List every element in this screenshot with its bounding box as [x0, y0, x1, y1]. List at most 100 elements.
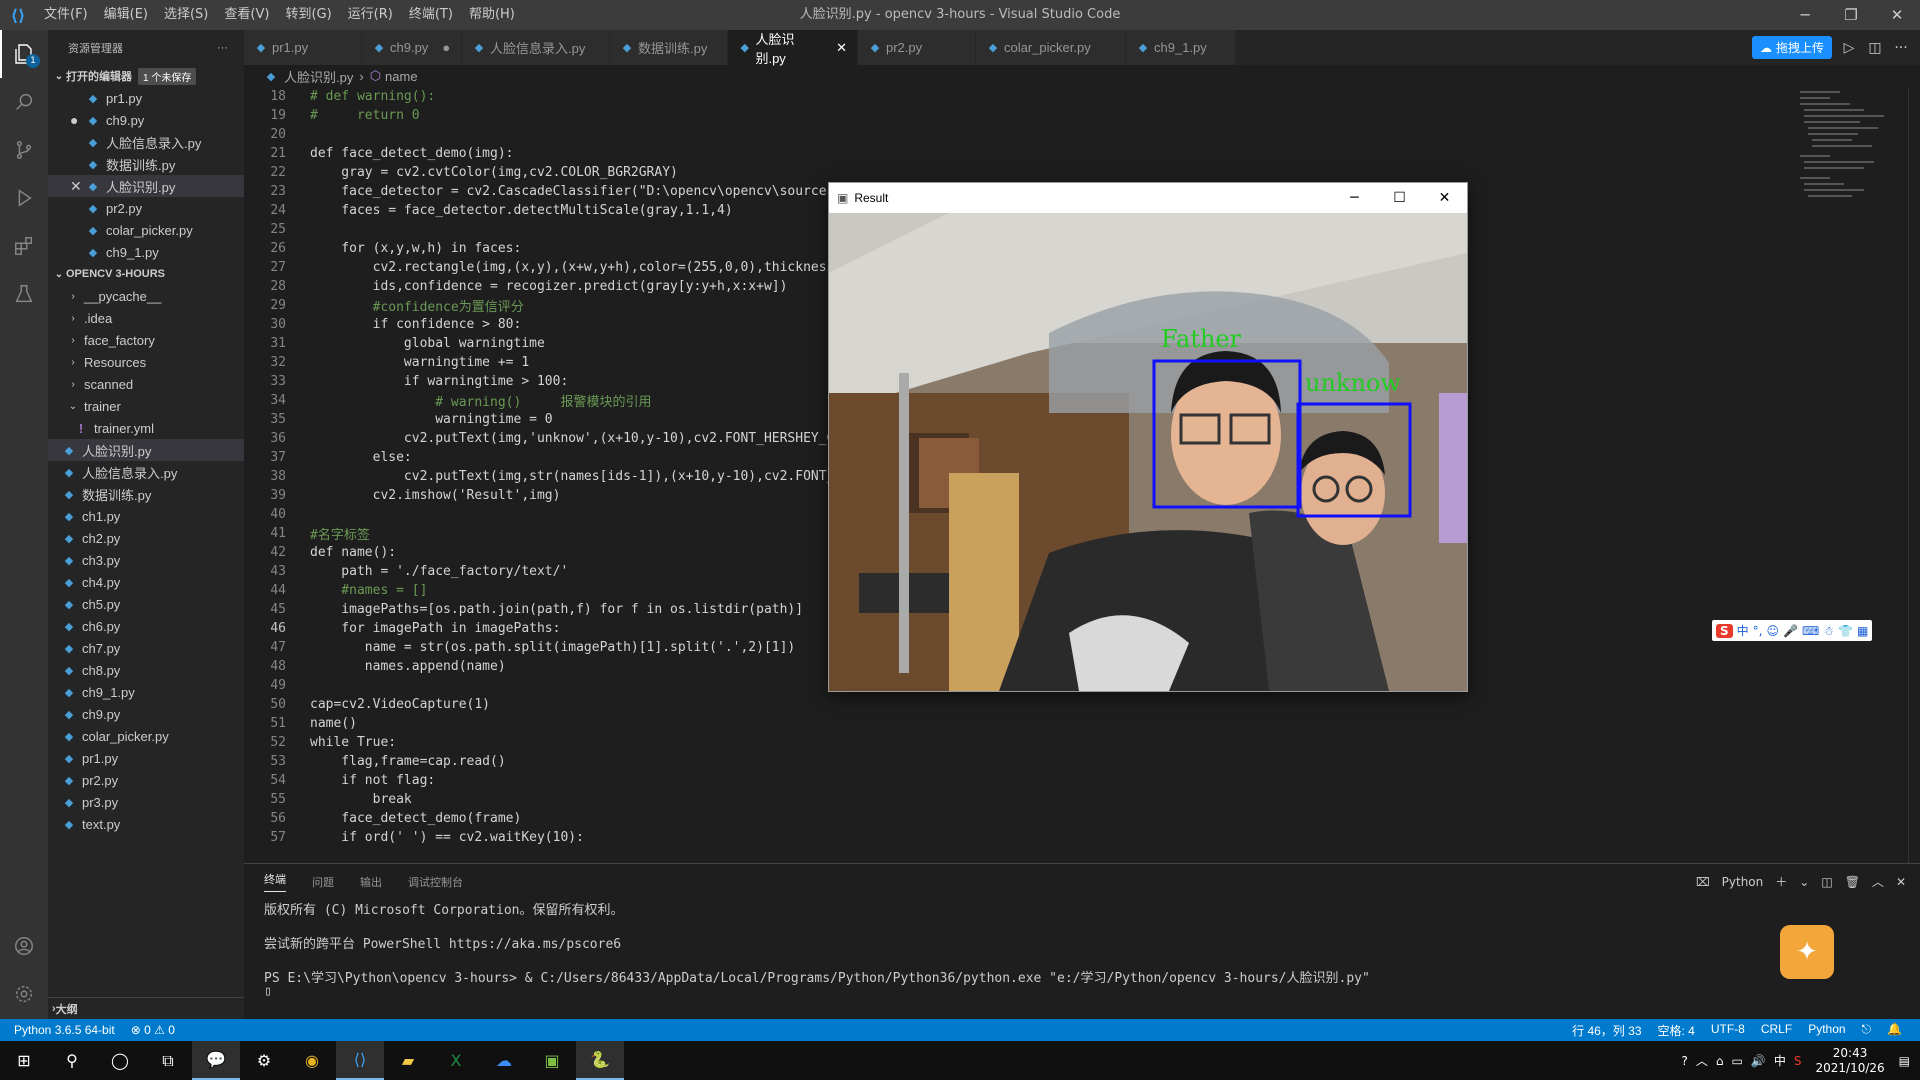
- file-item[interactable]: ◆ pr2.py: [48, 769, 244, 791]
- file-item[interactable]: ◆ ch9.py: [48, 703, 244, 725]
- editor-tab[interactable]: ◆ pr2.py: [858, 30, 976, 65]
- file-item[interactable]: ◆ ch9_1.py: [48, 681, 244, 703]
- android-icon[interactable]: ▣: [528, 1041, 576, 1080]
- minimize-icon[interactable]: ─: [1332, 183, 1377, 213]
- folder-item[interactable]: › Resources: [48, 351, 244, 373]
- account-icon[interactable]: [0, 922, 48, 970]
- file-item[interactable]: ◆ ch6.py: [48, 615, 244, 637]
- skin-icon[interactable]: 👕: [1838, 624, 1853, 638]
- file-item[interactable]: ◆ colar_picker.py: [48, 725, 244, 747]
- close-icon[interactable]: ✕: [70, 178, 82, 195]
- terminal-cursor[interactable]: ▯: [264, 984, 1920, 1001]
- open-editor-item[interactable]: ◆ pr1.py: [48, 87, 244, 109]
- close-panel-icon[interactable]: ✕: [1896, 875, 1906, 889]
- file-item[interactable]: ◆ pr3.py: [48, 791, 244, 813]
- ime-toolbar[interactable]: S 中 °, ☺ 🎤 ⌨ ☃ 👕 ▦: [1712, 620, 1873, 641]
- menu-item[interactable]: 文件(F): [36, 0, 96, 30]
- extensions-icon[interactable]: [0, 222, 48, 270]
- minimap[interactable]: [1790, 87, 1908, 863]
- terminal-shell-selector[interactable]: Python: [1722, 875, 1764, 889]
- baidu-upload-button[interactable]: ☁ 拖拽上传: [1751, 36, 1832, 59]
- wechat-icon[interactable]: 💬: [192, 1041, 240, 1080]
- editor-scrollbar[interactable]: [1908, 87, 1920, 863]
- editor-tab[interactable]: ◆ 人脸信息录入.py: [462, 30, 610, 65]
- menu-item[interactable]: 帮助(H): [461, 0, 523, 30]
- more-icon[interactable]: ···: [1892, 40, 1910, 56]
- split-terminal-icon[interactable]: ◫: [1821, 875, 1832, 889]
- punctuation-icon[interactable]: °,: [1753, 624, 1763, 638]
- battery-icon[interactable]: ▭: [1732, 1054, 1743, 1068]
- file-item[interactable]: ◆ 人脸信息录入.py: [48, 461, 244, 483]
- baidu-netdisk-icon[interactable]: ☁: [480, 1041, 528, 1080]
- open-editor-item[interactable]: ✕ ◆ 人脸识别.py: [48, 175, 244, 197]
- unsaved-dot-icon[interactable]: ●: [442, 40, 450, 55]
- help-icon[interactable]: ?: [1682, 1054, 1688, 1068]
- emoji-icon[interactable]: ☺: [1767, 624, 1780, 638]
- vscode-icon[interactable]: ⟨⟩: [336, 1041, 384, 1080]
- file-item[interactable]: ◆ text.py: [48, 813, 244, 835]
- trash-icon[interactable]: 🗑: [1845, 875, 1860, 889]
- settings-gear-icon[interactable]: [0, 970, 48, 1018]
- maximize-panel-icon[interactable]: ︿: [1872, 873, 1884, 890]
- search-icon[interactable]: [0, 78, 48, 126]
- notification-bell-icon[interactable]: 🔔: [1879, 1022, 1910, 1039]
- editor-tab[interactable]: ◆ colar_picker.py: [976, 30, 1126, 65]
- new-terminal-icon[interactable]: ＋: [1775, 873, 1787, 890]
- ime-indicator[interactable]: 中: [1774, 1052, 1786, 1069]
- explorer-icon[interactable]: 1: [0, 30, 48, 78]
- floating-bird-app-icon[interactable]: ✦: [1780, 925, 1834, 979]
- keyboard-icon[interactable]: ⌨: [1802, 624, 1819, 638]
- open-editor-item[interactable]: ◆ pr2.py: [48, 197, 244, 219]
- breadcrumb-symbol[interactable]: name: [385, 69, 418, 84]
- file-trainer-yml[interactable]: ! trainer.yml: [48, 417, 244, 439]
- panel-tab[interactable]: 问题: [312, 874, 334, 890]
- language-status[interactable]: Python: [1800, 1022, 1853, 1039]
- editor-tab[interactable]: ◆ 数据训练.py: [610, 30, 728, 65]
- volume-icon[interactable]: 🔊: [1751, 1054, 1766, 1068]
- file-item[interactable]: ◆ ch4.py: [48, 571, 244, 593]
- terminal-output[interactable]: 版权所有 (C) Microsoft Corporation。保留所有权利。 尝试…: [244, 899, 1920, 1001]
- open-editor-item[interactable]: ◆ ch9_1.py: [48, 241, 244, 263]
- system-clock[interactable]: 20:43 2021/10/26: [1815, 1046, 1884, 1076]
- cursor-position-status[interactable]: 行 46，列 33: [1564, 1022, 1649, 1039]
- file-item[interactable]: ◆ pr1.py: [48, 747, 244, 769]
- chrome-icon[interactable]: ◉: [288, 1041, 336, 1080]
- source-control-icon[interactable]: [0, 126, 48, 174]
- network-icon[interactable]: ⌂: [1716, 1054, 1724, 1068]
- user-icon[interactable]: ☃: [1823, 624, 1834, 638]
- more-actions-icon[interactable]: ···: [217, 42, 228, 54]
- outline-section[interactable]: › 大纲: [48, 997, 244, 1019]
- close-icon[interactable]: ✕: [1422, 183, 1467, 213]
- folder-item[interactable]: › face_factory: [48, 329, 244, 351]
- folder-trainer[interactable]: ⌄ trainer: [48, 395, 244, 417]
- folder-item[interactable]: › __pycache__: [48, 285, 244, 307]
- chevron-down-icon[interactable]: ⌄: [1799, 875, 1809, 889]
- microphone-icon[interactable]: 🎤: [1783, 624, 1798, 638]
- notifications-icon[interactable]: ▤: [1899, 1054, 1910, 1068]
- menu-item[interactable]: 运行(R): [340, 0, 401, 30]
- file-item[interactable]: ◆ 人脸识别.py: [48, 439, 244, 461]
- file-item[interactable]: ◆ ch5.py: [48, 593, 244, 615]
- minimize-icon[interactable]: ─: [1782, 0, 1828, 30]
- close-icon[interactable]: ✕: [836, 40, 847, 56]
- task-view-icon[interactable]: ⧉: [144, 1041, 192, 1080]
- menu-item[interactable]: 选择(S): [156, 0, 216, 30]
- maximize-icon[interactable]: ☐: [1377, 183, 1422, 213]
- run-debug-icon[interactable]: [0, 174, 48, 222]
- editor-tab[interactable]: ◆ ch9_1.py: [1126, 30, 1236, 65]
- sogou-tray-icon[interactable]: S: [1794, 1054, 1802, 1068]
- indentation-status[interactable]: 空格: 4: [1650, 1022, 1703, 1039]
- python-interpreter-status[interactable]: Python 3.6.5 64-bit: [0, 1023, 123, 1037]
- open-editors-section[interactable]: ⌄ 打开的编辑器 1 个未保存: [48, 65, 244, 87]
- file-explorer-icon[interactable]: ▰: [384, 1041, 432, 1080]
- ime-mode[interactable]: 中: [1737, 622, 1749, 639]
- file-item[interactable]: ◆ ch1.py: [48, 505, 244, 527]
- file-item[interactable]: ◆ ch2.py: [48, 527, 244, 549]
- result-window[interactable]: ▣ Result ─ ☐ ✕ Father unknow: [828, 182, 1468, 692]
- file-item[interactable]: ◆ ch3.py: [48, 549, 244, 571]
- menu-item[interactable]: 编辑(E): [96, 0, 156, 30]
- settings-gear-icon[interactable]: ⚙: [240, 1041, 288, 1080]
- file-item[interactable]: ◆ 数据训练.py: [48, 483, 244, 505]
- windows-start-icon[interactable]: ⊞: [0, 1041, 48, 1080]
- restore-icon[interactable]: ❐: [1828, 0, 1874, 30]
